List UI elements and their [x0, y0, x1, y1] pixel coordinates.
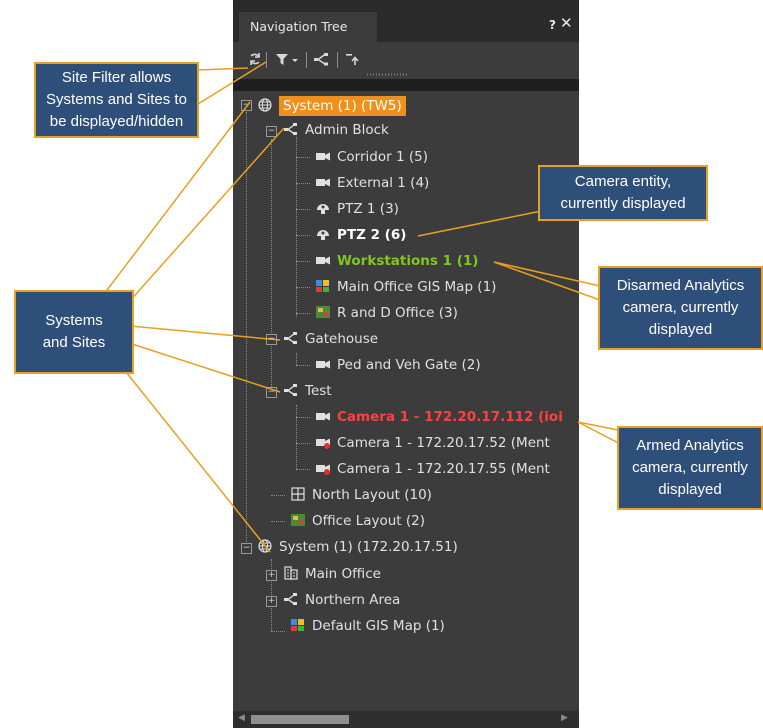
- callout-site-filter: Site Filter allows Systems and Sites to …: [34, 62, 199, 138]
- callout-armed-analytics: Armed Analytics camera, currently displa…: [617, 426, 763, 510]
- callout-systems-sites: Systems and Sites: [14, 290, 134, 374]
- callout-disarmed-analytics: Disarmed Analytics camera, currently dis…: [598, 266, 763, 350]
- callout-camera-entity: Camera entity, currently displayed: [538, 165, 708, 221]
